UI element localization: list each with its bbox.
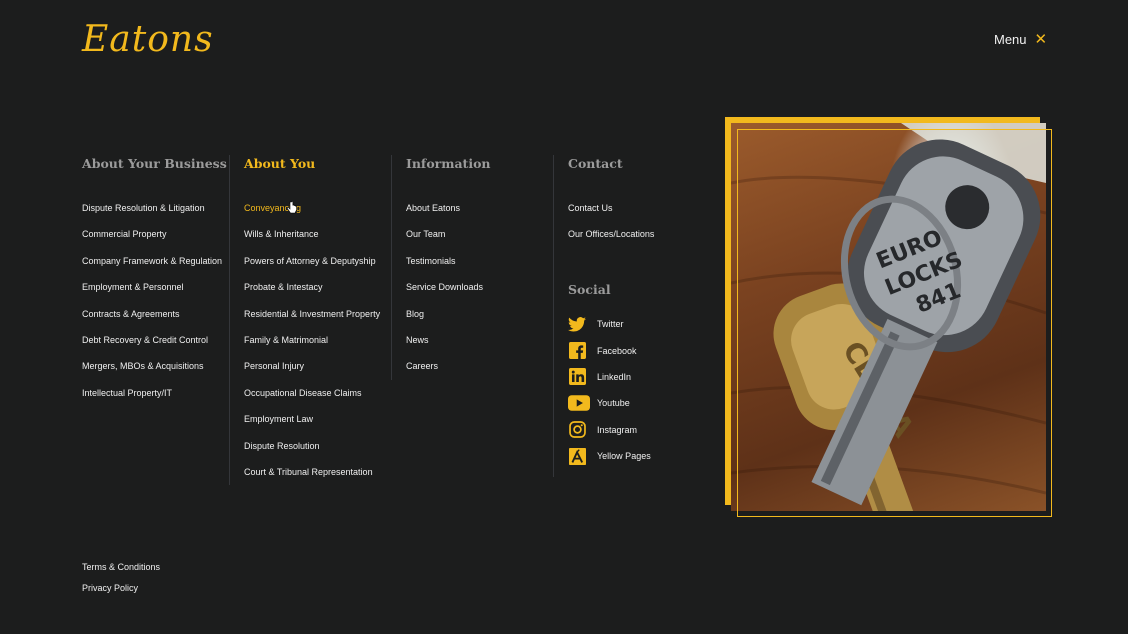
hand-cursor-icon xyxy=(287,201,297,214)
social-heading: Social xyxy=(568,282,611,297)
twitter-icon xyxy=(568,315,586,333)
menu-link[interactable]: Occupational Disease Claims xyxy=(244,380,380,406)
menu-link[interactable]: Intellectual Property/IT xyxy=(82,380,227,406)
privacy-link[interactable]: Privacy Policy xyxy=(82,578,160,599)
menu-link[interactable]: Dispute Resolution xyxy=(244,433,380,459)
menu-label: Menu xyxy=(994,32,1027,47)
menu-link[interactable]: Mergers, MBOs & Acquisitions xyxy=(82,353,227,379)
column-heading: About You xyxy=(244,156,316,171)
instagram-icon xyxy=(568,421,586,439)
social-label: LinkedIn xyxy=(597,371,632,382)
menu-link-active[interactable]: Conveyancing xyxy=(244,195,380,221)
menu-link[interactable]: Careers xyxy=(406,353,491,379)
menu-link[interactable]: Court & Tribunal Representation xyxy=(244,459,380,485)
social-label: Instagram xyxy=(597,424,638,435)
menu-link[interactable]: Debt Recovery & Credit Control xyxy=(82,327,227,353)
column-about-your-business: About Your Business Dispute Resolution &… xyxy=(82,155,227,406)
keys-photo: CERDA EURO LOCKS 841 xyxy=(731,123,1046,511)
logo[interactable]: Eatons xyxy=(82,18,214,62)
column-heading: About Your Business xyxy=(82,156,227,171)
yellow-pages-icon xyxy=(568,447,586,465)
column-heading: Contact xyxy=(568,156,623,171)
social-link-yellow-pages[interactable]: Yellow Pages xyxy=(568,443,651,469)
social-label: Facebook xyxy=(597,345,637,356)
social-link-youtube[interactable]: Youtube xyxy=(568,390,651,416)
menu-link[interactable]: Employment & Personnel xyxy=(82,274,227,300)
facebook-icon xyxy=(568,342,586,360)
column-about-you: About You Conveyancing Wills & Inheritan… xyxy=(229,155,380,486)
menu-link[interactable]: Service Downloads xyxy=(406,274,491,300)
close-icon[interactable]: ✕ xyxy=(1035,32,1048,47)
menu-link[interactable]: Testimonials xyxy=(406,248,491,274)
menu-link[interactable]: Personal Injury xyxy=(244,353,380,379)
social-label: Twitter xyxy=(597,319,624,330)
terms-link[interactable]: Terms & Conditions xyxy=(82,557,160,578)
youtube-icon xyxy=(568,394,590,412)
menu-link[interactable]: Probate & Intestacy xyxy=(244,274,380,300)
social-section: Social Twitter Facebook LinkedIn Youtube xyxy=(568,281,651,469)
social-link-facebook[interactable]: Facebook xyxy=(568,337,651,363)
menu-link[interactable]: Our Team xyxy=(406,221,491,247)
social-link-twitter[interactable]: Twitter xyxy=(568,311,651,337)
menu-toggle-button[interactable]: Menu ✕ xyxy=(994,32,1048,48)
menu-link[interactable]: About Eatons xyxy=(406,195,491,221)
menu-link[interactable]: Wills & Inheritance xyxy=(244,221,380,247)
menu-link[interactable]: Blog xyxy=(406,301,491,327)
menu-link[interactable]: Family & Matrimonial xyxy=(244,327,380,353)
menu-link[interactable]: News xyxy=(406,327,491,353)
menu-link[interactable]: Company Framework & Regulation xyxy=(82,248,227,274)
social-link-instagram[interactable]: Instagram xyxy=(568,417,651,443)
menu-link[interactable]: Contracts & Agreements xyxy=(82,301,227,327)
menu-link[interactable]: Employment Law xyxy=(244,406,380,432)
column-information: Information About Eatons Our Team Testim… xyxy=(391,155,491,380)
menu-link[interactable]: Contact Us xyxy=(568,195,654,221)
footer-links: Terms & Conditions Privacy Policy xyxy=(82,557,160,598)
social-label: Youtube xyxy=(597,398,630,409)
column-heading: Information xyxy=(406,156,491,171)
menu-link[interactable]: Commercial Property xyxy=(82,221,227,247)
social-link-linkedin[interactable]: LinkedIn xyxy=(568,364,651,390)
hero-image-wrap: CERDA EURO LOCKS 841 xyxy=(725,117,1052,517)
menu-link[interactable]: Residential & Investment Property xyxy=(244,301,380,327)
menu-link[interactable]: Our Offices/Locations xyxy=(568,221,654,247)
linkedin-icon xyxy=(568,368,586,386)
menu-link[interactable]: Powers of Attorney & Deputyship xyxy=(244,248,380,274)
social-label: Yellow Pages xyxy=(597,451,651,462)
menu-link[interactable]: Dispute Resolution & Litigation xyxy=(82,195,227,221)
